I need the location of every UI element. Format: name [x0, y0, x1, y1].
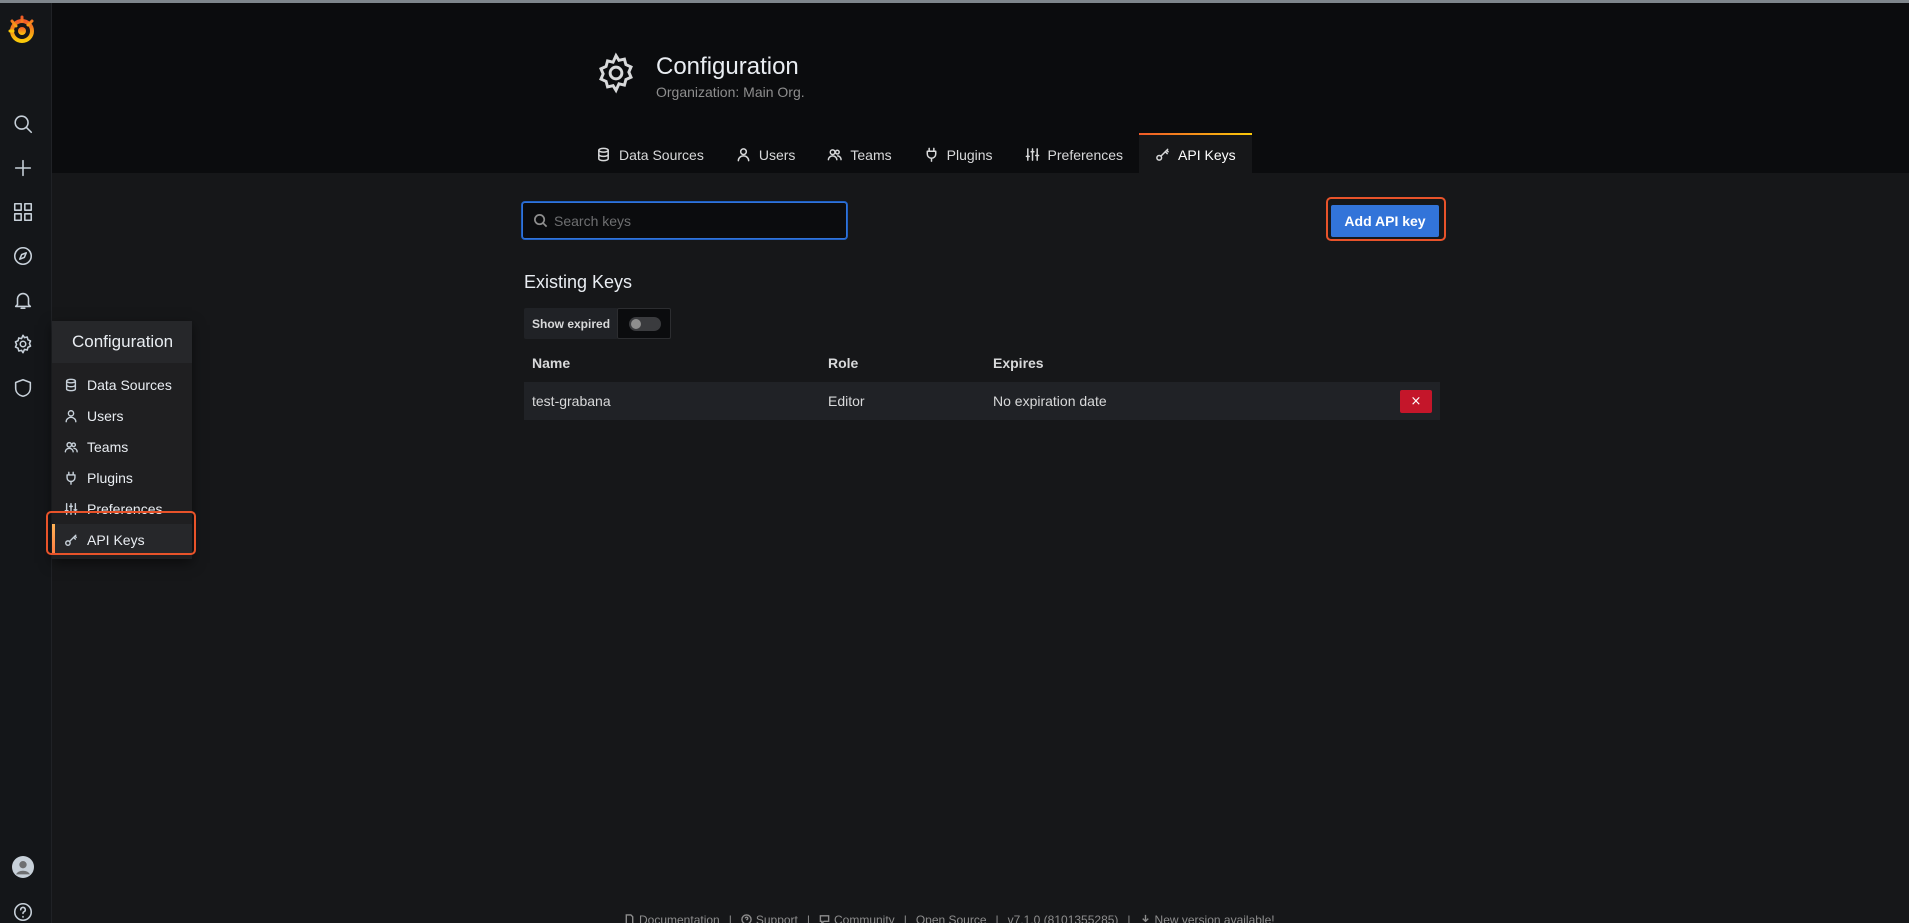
footer-separator: |	[728, 913, 732, 923]
submenu-item-label: Plugins	[87, 469, 133, 486]
section-title: Existing Keys	[524, 272, 633, 292]
submenu-title[interactable]: Configuration	[52, 321, 192, 363]
shield-icon[interactable]	[8, 373, 38, 403]
table-row	[524, 382, 1440, 420]
sliders-icon	[1025, 148, 1039, 161]
submenu-item-api-keys[interactable]: API Keys	[52, 524, 192, 555]
plug-icon	[66, 471, 76, 485]
footer-label: Documentation	[639, 913, 720, 923]
column-header-role: Role	[828, 355, 859, 371]
submenu-item-label: API Keys	[87, 531, 145, 548]
submenu-item-label: Teams	[87, 438, 129, 455]
plus-icon[interactable]	[8, 153, 38, 183]
key-expires: No expiration date	[993, 393, 1107, 409]
delete-key-button[interactable]: ×	[1400, 390, 1432, 413]
compass-icon[interactable]	[8, 241, 38, 271]
footer: Documentation | Support | Community | Op…	[624, 913, 1275, 923]
footer-link-open-source[interactable]: Open Source	[916, 913, 987, 923]
key-icon	[1156, 148, 1169, 161]
tab-label: Plugins	[946, 146, 993, 163]
show-expired-toggle[interactable]	[629, 317, 661, 331]
key-name: test-grabana	[532, 393, 611, 409]
gear-icon[interactable]	[8, 329, 38, 359]
plug-icon	[926, 147, 937, 162]
footer-separator: |	[995, 913, 999, 923]
user-icon	[737, 148, 750, 162]
tab-label: API Keys	[1178, 146, 1236, 163]
tab-teams[interactable]: Teams	[811, 133, 907, 176]
users-icon	[64, 441, 78, 453]
submenu-item-label: Data Sources	[87, 376, 172, 393]
search-input[interactable]	[554, 212, 834, 229]
tab-bar: Data Sources Users Teams Plugins Prefere…	[580, 133, 1252, 176]
side-menu	[0, 3, 52, 923]
submenu-item-label: Preferences	[87, 500, 163, 517]
tab-api-keys[interactable]: API Keys	[1139, 133, 1252, 176]
key-role: Editor	[828, 393, 865, 409]
footer-label: New version available!	[1154, 913, 1275, 923]
user-icon	[65, 409, 77, 422]
search-icon[interactable]	[8, 109, 38, 139]
search-box	[522, 202, 847, 239]
tab-label: Preferences	[1047, 146, 1124, 163]
document-icon	[625, 914, 634, 923]
footer-link-documentation[interactable]: Documentation	[624, 913, 720, 923]
submenu-item-data-sources[interactable]: Data Sources	[52, 369, 192, 400]
database-icon	[598, 147, 609, 162]
footer-separator: |	[806, 913, 810, 923]
configuration-submenu: Configuration Data Sources Users Teams P…	[52, 321, 192, 559]
database-icon	[65, 378, 77, 391]
submenu-item-users[interactable]: Users	[52, 400, 192, 431]
show-expired-switch-container	[617, 308, 671, 339]
avatar[interactable]	[8, 852, 38, 882]
comment-icon	[819, 915, 830, 923]
column-header-name: Name	[532, 355, 571, 371]
column-header-expires: Expires	[993, 355, 1044, 371]
key-icon	[65, 533, 77, 546]
tab-label: Teams	[850, 146, 892, 163]
search-icon	[534, 214, 548, 228]
bell-icon[interactable]	[8, 285, 38, 315]
footer-separator: |	[1127, 913, 1131, 923]
users-icon	[828, 149, 843, 161]
question-icon	[741, 914, 752, 923]
tab-data-sources[interactable]: Data Sources	[580, 133, 720, 176]
tab-preferences[interactable]: Preferences	[1009, 133, 1139, 176]
toggle-knob	[631, 319, 641, 329]
footer-link-support[interactable]: Support	[741, 913, 798, 923]
gear-icon	[594, 51, 638, 95]
download-icon	[1140, 914, 1150, 923]
add-api-key-button[interactable]: Add API key	[1331, 205, 1439, 237]
footer-link-new-version[interactable]: New version available!	[1140, 913, 1275, 923]
help-icon[interactable]	[8, 897, 38, 923]
footer-label: Community	[834, 913, 895, 923]
page-title: Configuration	[656, 53, 799, 80]
tab-label: Users	[758, 146, 796, 163]
page-header: Configuration Organization: Main Org. Da…	[52, 3, 1909, 176]
tab-label: Data Sources	[619, 146, 704, 163]
footer-version: v7.1.0 (8101355285)	[1007, 913, 1119, 923]
footer-link-community[interactable]: Community	[819, 913, 895, 923]
submenu-item-teams[interactable]: Teams	[52, 431, 192, 462]
tab-users[interactable]: Users	[720, 133, 812, 176]
tab-plugins[interactable]: Plugins	[908, 133, 1009, 176]
show-expired-label: Show expired	[524, 308, 619, 339]
footer-label: Support	[755, 913, 798, 923]
dashboards-icon[interactable]	[8, 197, 38, 227]
submenu-item-plugins[interactable]: Plugins	[52, 462, 192, 493]
page-subtitle: Organization: Main Org.	[656, 84, 805, 100]
grafana-logo-icon[interactable]	[4, 13, 38, 47]
footer-separator: |	[903, 913, 907, 923]
sliders-icon	[64, 502, 78, 515]
submenu-item-preferences[interactable]: Preferences	[52, 493, 192, 524]
submenu-item-label: Users	[87, 407, 124, 424]
